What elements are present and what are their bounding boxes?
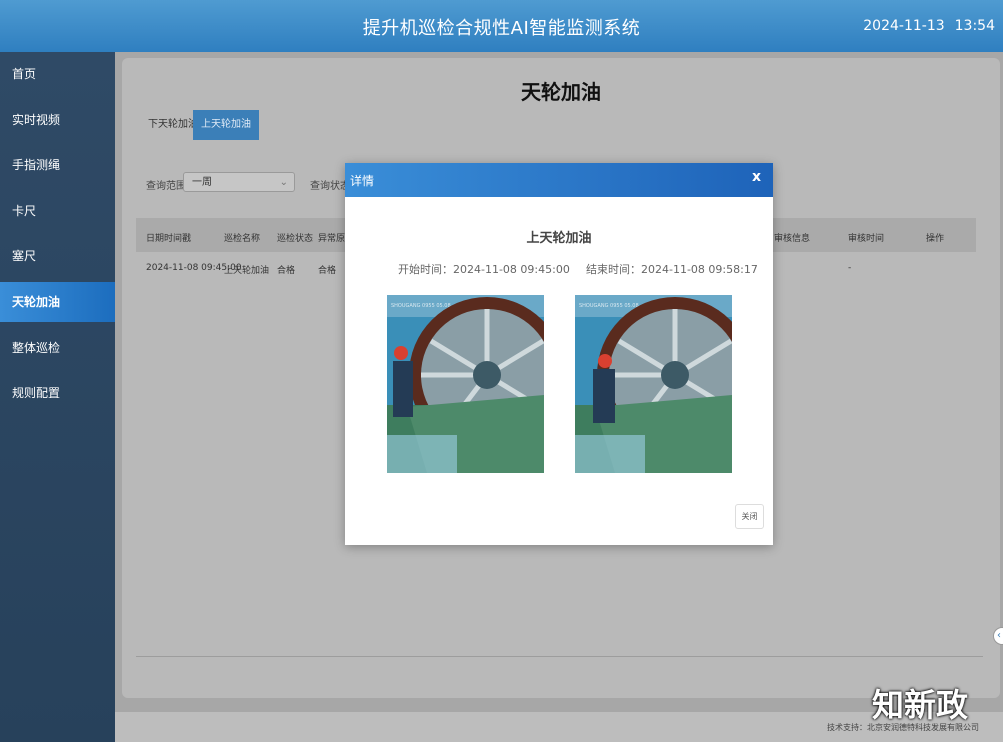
col-actions: 操作	[926, 234, 945, 244]
sidebar-item-sheave-oiling[interactable]: 天轮加油	[0, 282, 115, 322]
sidebar: 首页 实时视频 手指测绳 卡尺 塞尺 天轮加油 整体巡检 规则配置	[0, 52, 115, 742]
cell-name: 上天轮加油	[224, 266, 270, 276]
app-header: 提升机巡检合规性AI智能监测系统 2024-11-13 13:54	[0, 0, 1003, 52]
tab-upper-sheave[interactable]: 上天轮加油	[193, 110, 259, 140]
chevron-down-icon: ⌄	[279, 177, 288, 188]
range-label: 查询范围	[146, 181, 186, 192]
footer: 技术支持：北京安润德特科技发展有限公司	[115, 712, 1003, 742]
cell-status: 合格	[277, 266, 296, 276]
photo-caption: SHOUGANG 0955 05.08	[391, 303, 451, 309]
header-date: 2024-11-13	[863, 18, 945, 34]
page-title: 天轮加油	[521, 80, 601, 104]
sidebar-item-overall-inspection[interactable]: 整体巡检	[0, 328, 115, 368]
divider	[136, 656, 983, 657]
sidebar-item-finger-rope[interactable]: 手指测绳	[0, 145, 115, 185]
close-icon[interactable]: x	[752, 169, 761, 185]
modal-title: 详情	[350, 174, 375, 188]
cell-audit-time: -	[848, 263, 852, 273]
col-datetime: 日期时间戳	[146, 234, 192, 244]
status-label: 查询状态	[310, 181, 350, 192]
start-photo: SHOUGANG 0955 05.08	[387, 295, 544, 473]
detail-modal: 详情 x 上天轮加油 开始时间：2024-11-08 09:45:00 结束时间…	[345, 163, 773, 545]
photo-caption: SHOUGANG 0955 05.08	[579, 303, 639, 309]
modal-subtitle: 上天轮加油	[526, 231, 592, 246]
col-audit-time: 审核时间	[848, 234, 885, 244]
sidebar-item-feeler-gauge[interactable]: 塞尺	[0, 236, 115, 276]
cell-reason: 合格	[318, 266, 337, 276]
header-clock: 2024-11-13 13:54	[853, 18, 995, 34]
range-value: 一周	[192, 177, 212, 188]
col-name: 巡检名称	[224, 234, 261, 244]
col-audit-info: 审核信息	[774, 234, 811, 244]
sidebar-item-caliper[interactable]: 卡尺	[0, 191, 115, 231]
sidebar-item-rule-config[interactable]: 规则配置	[0, 373, 115, 413]
start-time: 开始时间：2024-11-08 09:45:00	[398, 263, 570, 276]
header-time: 13:54	[954, 18, 995, 34]
range-select[interactable]: 一周 ⌄	[183, 172, 295, 192]
sidebar-item-live-video[interactable]: 实时视频	[0, 100, 115, 140]
modal-header: 详情 x	[345, 163, 773, 197]
sidebar-item-home[interactable]: 首页	[0, 54, 115, 94]
close-button[interactable]: 关闭	[735, 504, 764, 529]
end-time: 结束时间：2024-11-08 09:58:17	[586, 263, 758, 276]
watermark: 知新政	[872, 686, 969, 724]
col-status: 巡检状态	[277, 234, 314, 244]
end-photo: SHOUGANG 0955 05.08	[575, 295, 732, 473]
